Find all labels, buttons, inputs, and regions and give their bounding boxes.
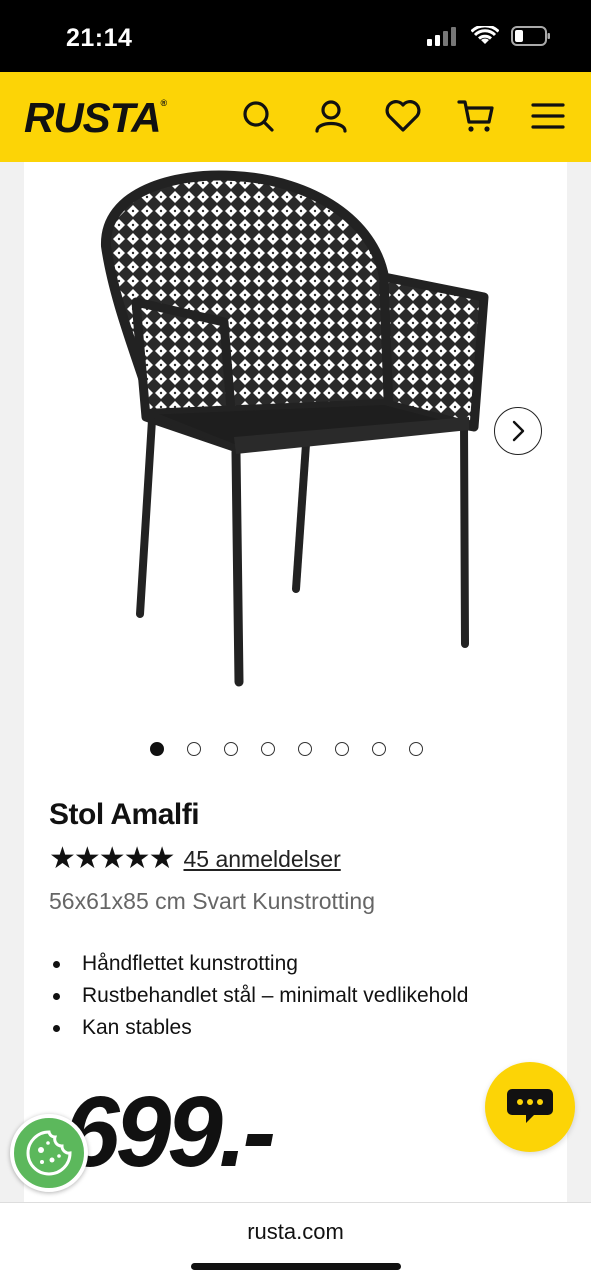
product-card: Stol Amalfi ★★★★★ 45 anmeldelser 56x61x8… <box>24 162 567 1202</box>
site-header: RUSTA® <box>0 72 591 162</box>
rating-row: ★★★★★ 45 anmeldelser <box>49 844 341 874</box>
rusta-logo[interactable]: RUSTA® <box>24 94 168 142</box>
feature-item: Kan stables <box>49 1012 468 1044</box>
status-icons <box>427 26 551 46</box>
url-bar[interactable]: rusta.com <box>0 1219 591 1245</box>
product-image[interactable] <box>84 162 524 722</box>
product-price: 699.- <box>64 1076 276 1188</box>
status-time: 21:14 <box>66 24 133 52</box>
reviews-link[interactable]: 45 anmeldelser <box>183 846 340 873</box>
bullet-icon <box>53 992 60 1000</box>
home-indicator[interactable] <box>191 1263 401 1270</box>
feature-text: Kan stables <box>82 1016 192 1039</box>
gallery-dot[interactable] <box>298 742 312 756</box>
gallery-dot[interactable] <box>409 742 423 756</box>
gallery-dot[interactable] <box>224 742 238 756</box>
gallery-pagination <box>150 742 423 756</box>
gallery-next-button[interactable] <box>494 407 542 455</box>
product-subtitle: 56x61x85 cm Svart Kunstrotting <box>49 888 375 914</box>
feature-item: Rustbehandlet stål – minimalt vedlikehol… <box>49 980 468 1012</box>
chevron-right-icon <box>512 420 525 442</box>
wifi-icon <box>471 26 499 44</box>
logo-registered-mark: ® <box>160 98 168 108</box>
status-bar: 21:14 <box>0 0 591 72</box>
signal-icon <box>427 27 456 46</box>
chat-bubble-icon <box>507 1089 553 1123</box>
feature-item: Håndflettet kunstrotting <box>49 948 468 980</box>
feature-text: Håndflettet kunstrotting <box>82 952 298 975</box>
cart-icon[interactable] <box>456 96 496 136</box>
gallery-dot[interactable] <box>372 742 386 756</box>
bullet-icon <box>53 960 60 968</box>
menu-icon[interactable] <box>528 96 568 136</box>
battery-icon <box>511 26 550 46</box>
feature-list: Håndflettet kunstrotting Rustbehandlet s… <box>49 948 468 1044</box>
heart-icon[interactable] <box>383 96 423 136</box>
product-title: Stol Amalfi <box>49 798 200 831</box>
account-icon[interactable] <box>311 96 351 136</box>
feature-text: Rustbehandlet stål – minimalt vedlikehol… <box>82 984 469 1007</box>
rating-stars: ★★★★★ <box>49 842 175 875</box>
chat-button[interactable] <box>485 1062 575 1152</box>
bullet-icon <box>53 1024 60 1032</box>
browser-bar: rusta.com <box>0 1202 591 1281</box>
cookie-settings-button[interactable] <box>10 1114 88 1192</box>
gallery-dot[interactable] <box>335 742 349 756</box>
logo-text: RUSTA <box>24 94 162 141</box>
cookie-icon <box>26 1130 72 1176</box>
search-icon[interactable] <box>238 96 278 136</box>
gallery-dot[interactable] <box>187 742 201 756</box>
gallery-dot[interactable] <box>261 742 275 756</box>
gallery-dot[interactable] <box>150 742 164 756</box>
